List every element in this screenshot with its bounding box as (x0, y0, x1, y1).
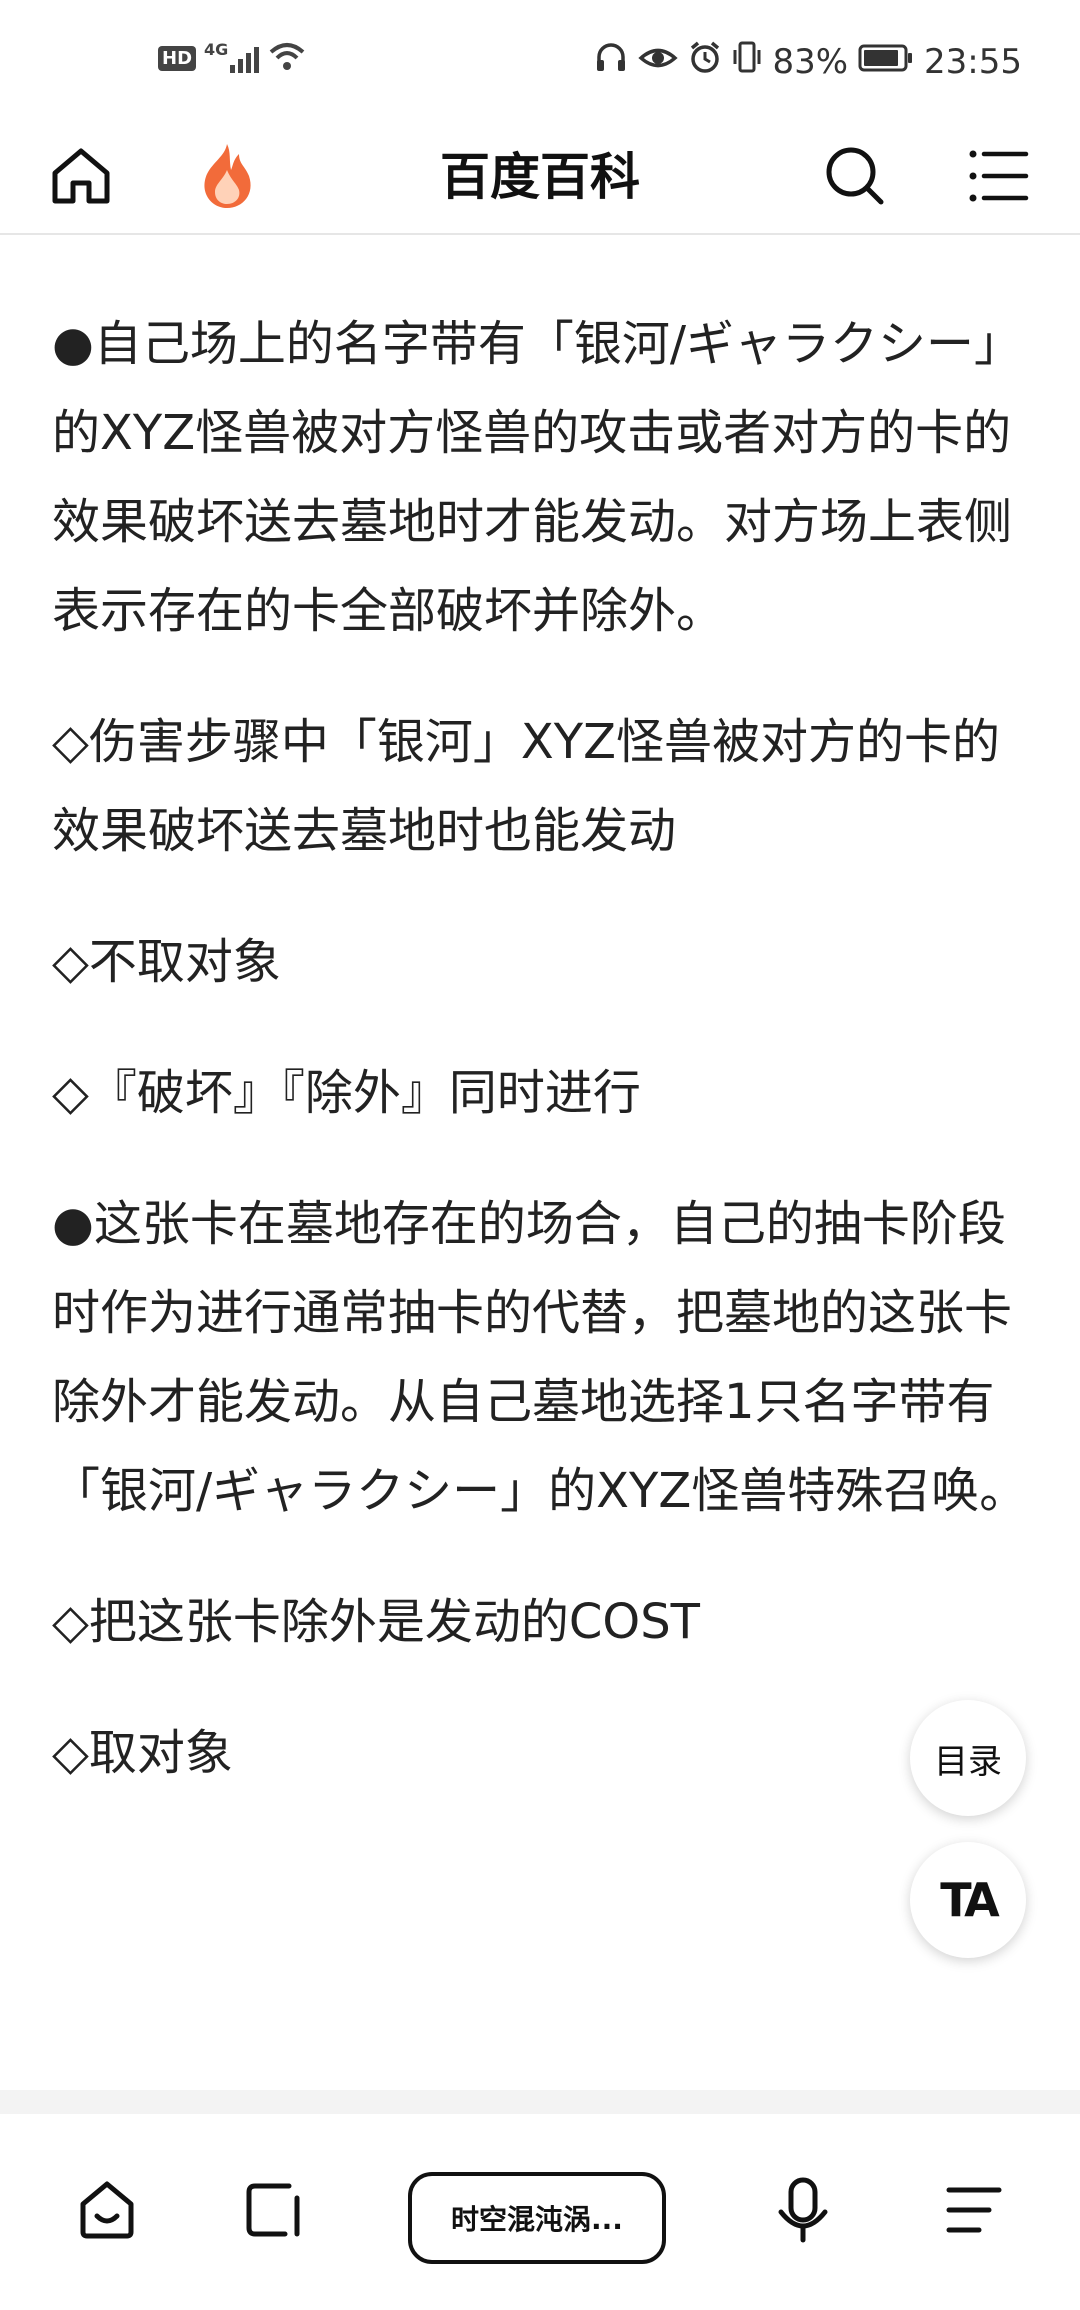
home-face-icon (75, 2178, 139, 2246)
article-content: ●自己场上的名字带有「银河/ギャラクシー」的XYZ怪兽被对方怪兽的攻击或者对方的… (52, 300, 1032, 1840)
page-title: 百度百科 (440, 148, 640, 206)
wifi-icon (267, 40, 307, 76)
voice-button[interactable] (748, 2114, 858, 2310)
home-icon (49, 145, 113, 211)
paragraph: ◇取对象 (52, 1725, 233, 1781)
home-button[interactable] (36, 120, 126, 235)
search-chip[interactable]: 时空混沌涡... (408, 2172, 666, 2264)
paragraph: ◇把这张卡除外是发动的COST (52, 1594, 701, 1650)
status-bar: HD 4G 83% 23:55 (0, 0, 1080, 120)
paragraph: ◇不取对象 (52, 934, 281, 990)
menu-icon (968, 148, 1030, 208)
bottom-bar: 时空混沌涡... (0, 2114, 1080, 2310)
battery-icon (858, 42, 914, 82)
paragraph: ◇伤害步骤中「银河」XYZ怪兽被对方的卡的效果破坏送去墓地时也能发动 (52, 714, 1001, 859)
microphone-icon (775, 2176, 831, 2248)
search-button[interactable] (810, 120, 900, 235)
eye-icon (638, 42, 679, 82)
status-right: 83% 23:55 (594, 40, 1022, 83)
list-icon (943, 2182, 1003, 2242)
paragraph: ●这张卡在墓地存在的场合，自己的抽卡阶段时作为进行通常抽卡的代替，把墓地的这张卡… (52, 1196, 1028, 1519)
list-button[interactable] (918, 2114, 1028, 2310)
vibrate-icon (732, 40, 762, 83)
hot-button[interactable] (182, 120, 272, 235)
toc-button[interactable]: 目录 (910, 1700, 1026, 1816)
flame-icon (195, 140, 259, 216)
ta-button[interactable]: TA (910, 1842, 1026, 1958)
tabs-button[interactable] (218, 2114, 328, 2310)
bottom-home-button[interactable] (52, 2114, 162, 2310)
battery-percent: 83% (772, 41, 849, 82)
hd-badge: HD (158, 45, 197, 71)
clock-time: 23:55 (924, 41, 1022, 82)
bottom-divider (0, 2090, 1080, 2114)
menu-button[interactable] (954, 120, 1044, 235)
network-type: 4G (204, 40, 229, 59)
status-left: HD 4G (158, 40, 307, 76)
headphones-icon (594, 40, 628, 83)
signal-icon (230, 43, 260, 73)
paragraph: ●自己场上的名字带有「银河/ギャラクシー」的XYZ怪兽被对方怪兽的攻击或者对方的… (52, 316, 1023, 639)
tabs-icon (241, 2178, 305, 2246)
paragraph: ◇『破坏』『除外』同时进行 (52, 1065, 641, 1121)
search-icon (823, 144, 887, 212)
app-header: 百度百科 (0, 120, 1080, 235)
alarm-icon (688, 40, 722, 83)
